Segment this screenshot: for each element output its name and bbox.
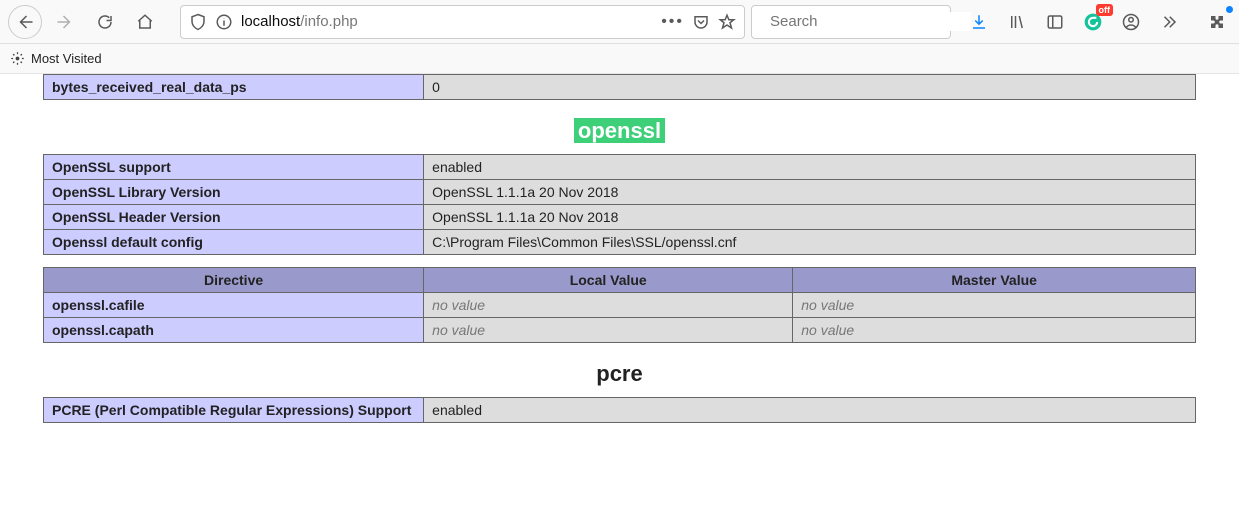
table-row: OpenSSL supportenabled — [44, 155, 1196, 180]
forward-button[interactable] — [48, 5, 82, 39]
table-row: bytes_received_real_data_ps 0 — [44, 75, 1196, 100]
master-value: no value — [793, 293, 1196, 318]
openssl-directives-table: DirectiveLocal ValueMaster Valueopenssl.… — [43, 267, 1196, 343]
browser-toolbar: localhost/info.php ••• off — [0, 0, 1239, 44]
directive-name: openssl.cafile — [44, 293, 424, 318]
library-icon — [1008, 13, 1026, 31]
table-header-row: DirectiveLocal ValueMaster Value — [44, 268, 1196, 293]
account-icon — [1122, 13, 1140, 31]
openssl-heading: openssl — [43, 118, 1196, 144]
directive-label: PCRE (Perl Compatible Regular Expression… — [44, 398, 424, 423]
table-row: Openssl default configC:\Program Files\C… — [44, 230, 1196, 255]
directive-name: openssl.capath — [44, 318, 424, 343]
page-actions-icon[interactable]: ••• — [661, 13, 684, 31]
badge-off: off — [1096, 4, 1114, 16]
info-icon[interactable] — [215, 13, 233, 31]
downloads-button[interactable] — [965, 8, 993, 36]
pocket-icon[interactable] — [692, 13, 710, 31]
reload-button[interactable] — [88, 5, 122, 39]
column-header: Local Value — [424, 268, 793, 293]
bookmark-most-visited[interactable]: Most Visited — [31, 51, 102, 66]
page-content: bytes_received_real_data_ps 0 openssl Op… — [0, 74, 1239, 475]
chevron-double-right-icon — [1160, 13, 1178, 31]
directive-value: C:\Program Files\Common Files\SSL/openss… — [424, 230, 1196, 255]
table-row: openssl.cafileno valueno value — [44, 293, 1196, 318]
table-row: PCRE (Perl Compatible Regular Expression… — [44, 398, 1196, 423]
column-header: Master Value — [793, 268, 1196, 293]
back-button[interactable] — [8, 5, 42, 39]
notification-dot-icon — [1226, 6, 1233, 13]
shield-icon[interactable] — [189, 13, 207, 31]
search-bar[interactable] — [751, 5, 951, 39]
local-value: no value — [424, 318, 793, 343]
local-value: no value — [424, 293, 793, 318]
home-icon — [136, 13, 154, 31]
home-button[interactable] — [128, 5, 162, 39]
directive-label: OpenSSL Header Version — [44, 205, 424, 230]
directive-label: OpenSSL support — [44, 155, 424, 180]
directive-label: OpenSSL Library Version — [44, 180, 424, 205]
puzzle-icon — [1208, 13, 1226, 31]
column-header: Directive — [44, 268, 424, 293]
openssl-info-table: OpenSSL supportenabledOpenSSL Library Ve… — [43, 154, 1196, 255]
bookmarks-bar: Most Visited — [0, 44, 1239, 74]
directive-value: enabled — [424, 398, 1196, 423]
directive-label: Openssl default config — [44, 230, 424, 255]
stat-label: bytes_received_real_data_ps — [44, 75, 424, 100]
toolbar-right-icons: off — [965, 8, 1231, 36]
bookmark-star-icon[interactable] — [718, 13, 736, 31]
bookmark-folder-icon — [10, 51, 25, 66]
table-row: OpenSSL Header VersionOpenSSL 1.1.1a 20 … — [44, 205, 1196, 230]
table-row: openssl.capathno valueno value — [44, 318, 1196, 343]
url-text: localhost/info.php — [241, 13, 653, 30]
mysqlnd-table-partial: bytes_received_real_data_ps 0 — [43, 74, 1196, 100]
search-input[interactable] — [768, 12, 971, 31]
arrow-left-icon — [16, 13, 34, 31]
library-button[interactable] — [1003, 8, 1031, 36]
directive-value: enabled — [424, 155, 1196, 180]
pcre-info-table: PCRE (Perl Compatible Regular Expression… — [43, 397, 1196, 423]
overflow-button[interactable] — [1155, 8, 1183, 36]
extension-grammarly-button[interactable]: off — [1079, 8, 1107, 36]
directive-value: OpenSSL 1.1.1a 20 Nov 2018 — [424, 180, 1196, 205]
stat-value: 0 — [424, 75, 1196, 100]
directive-value: OpenSSL 1.1.1a 20 Nov 2018 — [424, 205, 1196, 230]
sidebar-icon — [1046, 13, 1064, 31]
arrow-right-icon — [56, 13, 74, 31]
account-button[interactable] — [1117, 8, 1145, 36]
sidebar-toggle-button[interactable] — [1041, 8, 1069, 36]
download-icon — [970, 13, 988, 31]
url-bar[interactable]: localhost/info.php ••• — [180, 5, 745, 39]
master-value: no value — [793, 318, 1196, 343]
table-row: OpenSSL Library VersionOpenSSL 1.1.1a 20… — [44, 180, 1196, 205]
extensions-button[interactable] — [1203, 8, 1231, 36]
reload-icon — [96, 13, 114, 31]
pcre-heading: pcre — [43, 361, 1196, 387]
